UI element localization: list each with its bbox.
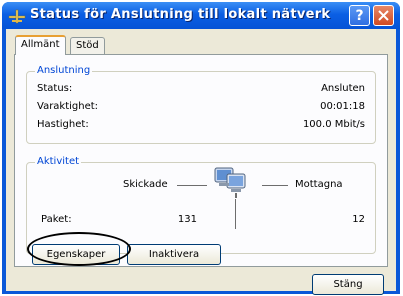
highlight-ellipse [27, 232, 131, 266]
sent-label: Skickade [123, 179, 168, 190]
status-value: Ansluten [321, 83, 365, 94]
help-button[interactable]: ? [349, 5, 370, 26]
help-icon: ? [355, 7, 364, 24]
received-line [262, 185, 288, 186]
status-label: Status: [37, 83, 73, 94]
disable-button[interactable]: Inaktivera [127, 244, 221, 265]
close-icon [378, 10, 389, 21]
close-window-button[interactable] [373, 5, 394, 26]
window-title: Status för Anslutning till lokalt nätver… [30, 7, 331, 22]
packets-label: Paket: [41, 214, 72, 225]
title-bar[interactable]: Status för Anslutning till lokalt nätver… [2, 2, 400, 29]
duration-label: Varaktighet: [37, 101, 99, 112]
packets-sent-value: 131 [177, 214, 197, 225]
sent-line [177, 185, 207, 186]
close-button[interactable]: Stäng [312, 274, 384, 295]
tab-general[interactable]: Allmänt [15, 35, 66, 55]
received-label: Mottagna [295, 179, 343, 190]
speed-label: Hastighet: [37, 119, 89, 130]
connection-group: Anslutning Status: Ansluten Varaktighet:… [26, 65, 376, 144]
packets-received-value: 12 [352, 214, 365, 225]
activity-group-title: Aktivitet [35, 156, 82, 167]
network-activity-icon [214, 167, 246, 198]
network-connection-icon [8, 9, 26, 24]
activity-divider [235, 199, 236, 229]
speed-value: 100.0 Mbit/s [302, 119, 365, 130]
duration-value: 00:01:18 [320, 101, 365, 112]
connection-group-title: Anslutning [35, 65, 93, 76]
tab-support[interactable]: Stöd [70, 37, 105, 55]
